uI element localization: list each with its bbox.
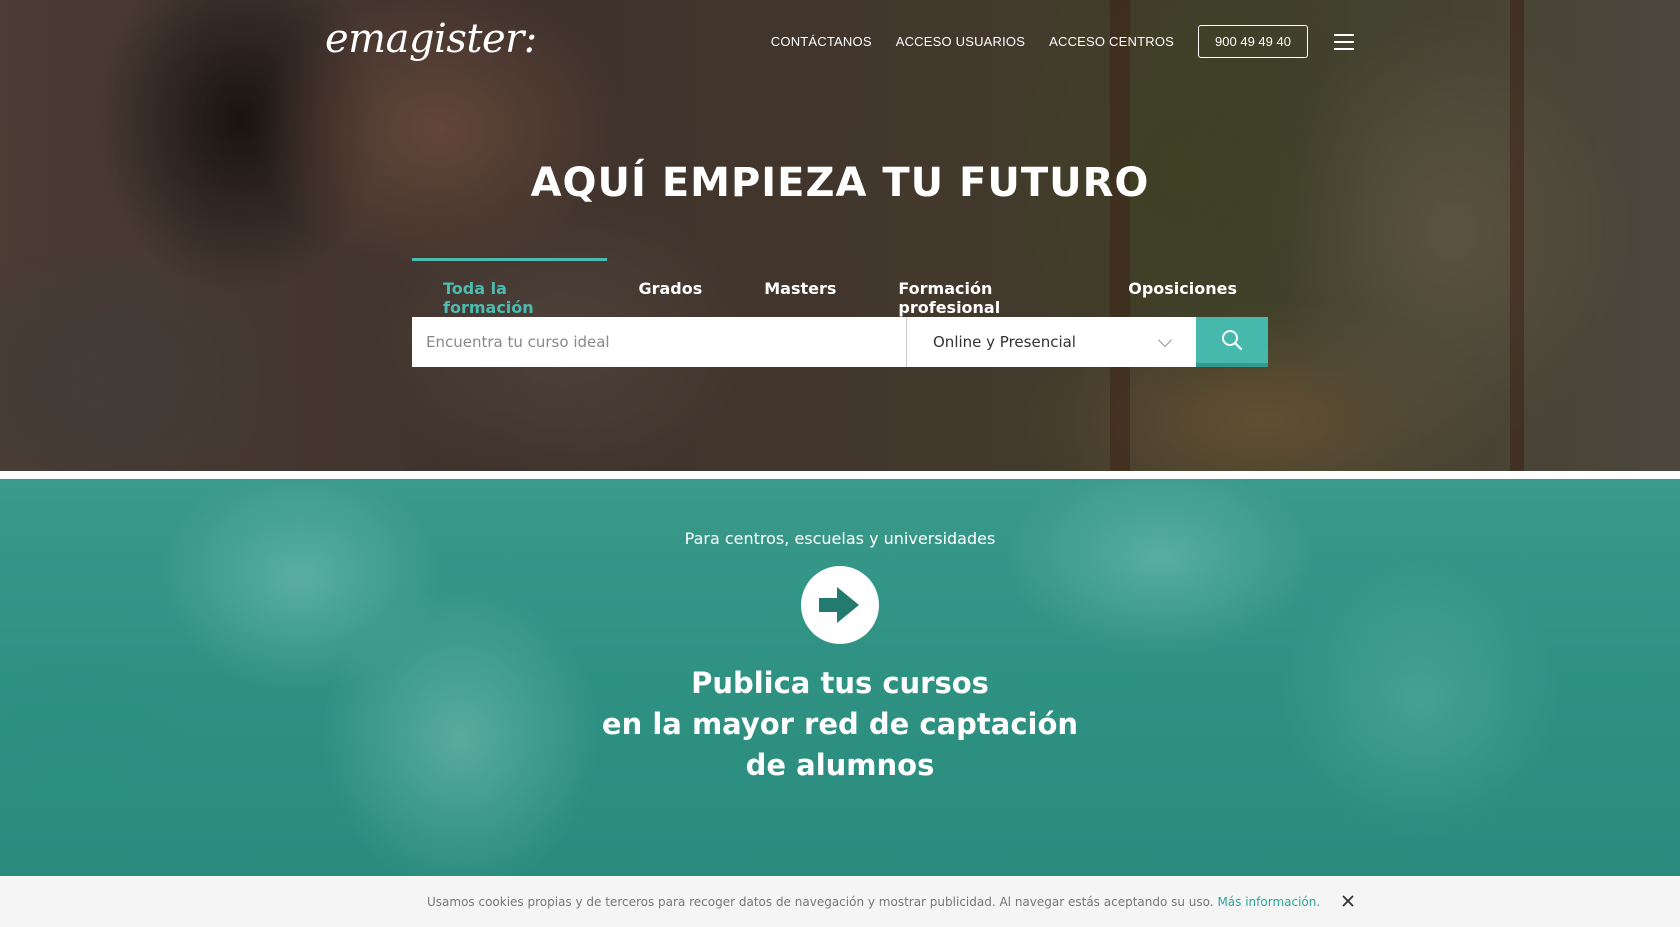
centers-promo-section: Para centros, escuelas y universidades P… bbox=[0, 479, 1680, 927]
emagister-logo[interactable]: emagister: bbox=[325, 16, 537, 62]
centers-heading-line: de alumnos bbox=[745, 748, 935, 782]
centers-heading: Publica tus cursos en la mayor red de ca… bbox=[0, 663, 1680, 786]
modality-select[interactable]: Online y Presencial bbox=[907, 317, 1196, 367]
window-frame-decoration bbox=[1110, 0, 1130, 471]
centers-cta-button[interactable] bbox=[801, 566, 879, 644]
cookie-text: Usamos cookies propias y de terceros par… bbox=[427, 894, 1214, 909]
centers-subtitle: Para centros, escuelas y universidades bbox=[684, 529, 996, 548]
hero-section: emagister: CONTÁCTANOS ACCESO USUARIOS A… bbox=[0, 0, 1680, 471]
centers-heading-line: Publica tus cursos bbox=[691, 666, 989, 700]
top-navigation: CONTÁCTANOS ACCESO USUARIOS ACCESO CENTR… bbox=[747, 25, 1354, 58]
more-info-link[interactable]: Más información. bbox=[1217, 895, 1320, 909]
search-icon bbox=[1222, 330, 1243, 351]
close-icon[interactable] bbox=[1341, 894, 1355, 908]
hamburger-menu-icon[interactable] bbox=[1334, 33, 1354, 50]
chevron-down-icon bbox=[1157, 332, 1173, 348]
hero-title: AQUÍ EMPIEZA TU FUTURO bbox=[530, 160, 1150, 206]
centers-heading-line: en la mayor red de captación bbox=[601, 707, 1079, 741]
search-button[interactable] bbox=[1196, 317, 1268, 367]
modality-select-value: Online y Presencial bbox=[933, 333, 1076, 351]
user-access-link[interactable]: ACCESO USUARIOS bbox=[896, 34, 1025, 49]
section-divider bbox=[0, 471, 1680, 479]
window-frame-decoration bbox=[1510, 0, 1524, 471]
search-bar: Encuentra tu curso ideal Online y Presen… bbox=[412, 317, 1268, 367]
search-input[interactable]: Encuentra tu curso ideal bbox=[412, 317, 906, 367]
phone-button[interactable]: 900 49 49 40 bbox=[1198, 25, 1308, 58]
arrow-right-icon bbox=[819, 587, 859, 623]
cookie-message: Usamos cookies propias y de terceros par… bbox=[427, 895, 1320, 909]
cookie-banner: Usamos cookies propias y de terceros par… bbox=[0, 876, 1680, 927]
contact-link[interactable]: CONTÁCTANOS bbox=[771, 34, 872, 49]
center-access-link[interactable]: ACCESO CENTROS bbox=[1049, 34, 1174, 49]
